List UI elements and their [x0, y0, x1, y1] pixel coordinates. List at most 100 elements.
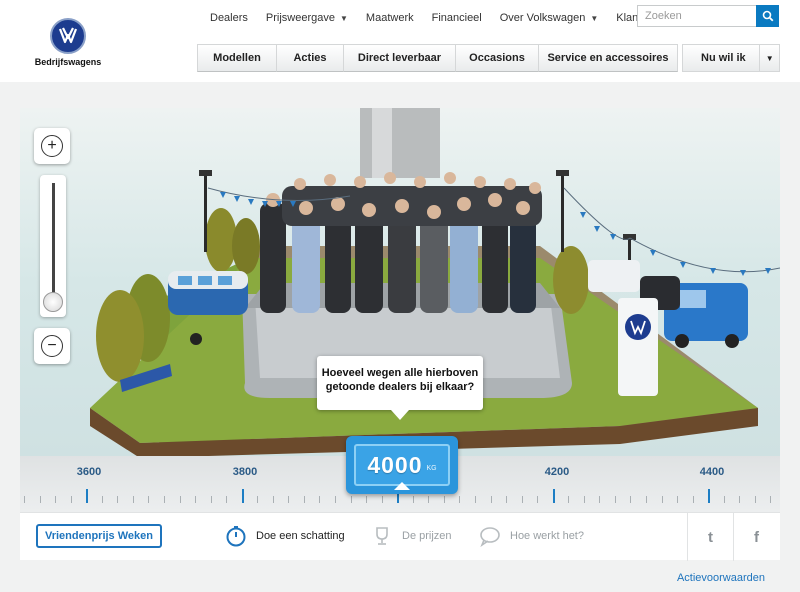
- scale-minor-tick: [630, 496, 632, 503]
- scale-minor-tick: [55, 496, 57, 503]
- caret-down-icon: ▼: [590, 13, 599, 23]
- tab-hoe-werkt-het[interactable]: Hoe werkt het?: [478, 523, 584, 549]
- caret-down-icon: ▼: [759, 45, 779, 71]
- scale-minor-tick: [303, 496, 305, 503]
- nav-occasions[interactable]: Occasions: [455, 44, 539, 72]
- vw-pillar: [618, 298, 658, 396]
- plus-icon: +: [41, 135, 63, 157]
- topnav-label: Prijsweergave: [265, 12, 335, 24]
- topnav-maatwerk[interactable]: Maatwerk: [366, 12, 414, 24]
- topnav-label: Over Volkswagen: [499, 12, 586, 24]
- vriendenprijs-logo[interactable]: Vriendenprijs Weken: [36, 524, 162, 548]
- site-header: Bedrijfswagens Dealers Prijsweergave ▼ Ma…: [0, 0, 800, 82]
- search-box: [637, 5, 779, 27]
- facebook-button[interactable]: f: [733, 513, 779, 561]
- dealer-scene[interactable]: + − Hoeveel wegen alle hierboven getoond…: [20, 108, 780, 456]
- scale-minor-tick: [226, 496, 228, 503]
- caret-down-icon: ▼: [340, 13, 348, 23]
- dealer-group: [260, 172, 542, 313]
- zoom-slider-handle[interactable]: [43, 292, 63, 312]
- nav-modellen[interactable]: Modellen: [197, 44, 277, 72]
- zoom-in-button[interactable]: +: [34, 128, 70, 164]
- bottom-tabs: Vriendenprijs Weken Doe een schatting De…: [20, 512, 780, 561]
- scale-minor-tick: [583, 496, 585, 503]
- twitter-button[interactable]: t: [687, 513, 733, 561]
- scale-minor-tick: [770, 496, 772, 503]
- zoom-out-button[interactable]: −: [34, 328, 70, 364]
- topnav-label: Financieel: [431, 12, 482, 24]
- top-navigation: Dealers Prijsweergave ▼ Maatwerk Financie…: [210, 10, 706, 26]
- scale-minor-tick: [350, 496, 352, 503]
- scale-minor-tick: [179, 496, 181, 503]
- scale-minor-tick: [117, 496, 119, 503]
- tab-de-prijzen[interactable]: De prijzen: [370, 523, 452, 549]
- scale-minor-tick: [723, 496, 725, 503]
- scale-minor-tick: [39, 496, 41, 503]
- scale-minor-tick: [70, 496, 72, 503]
- scale-minor-tick: [490, 496, 492, 503]
- scale-minor-tick: [195, 496, 197, 503]
- topnav-dealers[interactable]: Dealers: [210, 12, 248, 24]
- speech-bubble-icon: [478, 524, 502, 548]
- pointer-arrow-icon: [394, 482, 410, 490]
- scale-minor-tick: [521, 496, 523, 503]
- weight-display: 4000 KG: [354, 444, 450, 486]
- search-icon: [762, 10, 773, 22]
- scale-minor-tick: [537, 496, 539, 503]
- scale-minor-tick: [101, 496, 103, 503]
- minus-icon: −: [41, 335, 63, 357]
- zoom-slider-line: [52, 183, 55, 307]
- scale-minor-tick: [163, 496, 165, 503]
- actievoorwaarden-link[interactable]: Actievoorwaarden: [677, 572, 765, 584]
- tab-doe-een-schatting[interactable]: Doe een schatting: [224, 523, 345, 549]
- scale-minor-tick: [272, 496, 274, 503]
- zoom-slider[interactable]: [40, 175, 66, 317]
- tab-label: Doe een schatting: [256, 530, 345, 542]
- scale-label-3800: 3800: [232, 466, 258, 478]
- nu-wil-ik-menu[interactable]: Nu wil ik ▼: [682, 44, 780, 72]
- scale-major-tick: [86, 489, 89, 503]
- scale-major-tick: [708, 489, 711, 503]
- scale-minor-tick: [646, 496, 647, 503]
- scale-minor-tick: [443, 496, 445, 503]
- scale-minor-tick: [428, 496, 430, 503]
- brand-name: Bedrijfswagens: [34, 57, 102, 67]
- topnav-financieel[interactable]: Financieel: [432, 12, 482, 24]
- scale-minor-tick: [335, 496, 336, 503]
- nu-wil-ik-label: Nu wil ik: [701, 52, 746, 64]
- topnav-label: Maatwerk: [365, 12, 414, 24]
- trophy-icon: [370, 524, 394, 548]
- vw-emblem-icon: [50, 18, 86, 54]
- scale-minor-tick: [381, 496, 383, 503]
- scale-minor-tick: [132, 496, 134, 503]
- scale-minor-tick: [661, 496, 663, 503]
- scale-label-4200: 4200: [544, 466, 570, 478]
- scale-minor-tick: [614, 496, 616, 503]
- search-input[interactable]: [637, 5, 756, 27]
- weight-value: 4000: [367, 451, 423, 478]
- scale-minor-tick: [288, 496, 290, 503]
- scale-minor-tick: [459, 496, 461, 503]
- facebook-icon: f: [754, 528, 759, 546]
- topnav-over-volkswagen[interactable]: Over Volkswagen ▼: [500, 12, 599, 24]
- scale-minor-tick: [210, 496, 212, 503]
- scale-minor-tick: [148, 496, 150, 503]
- tab-label: De prijzen: [402, 530, 452, 542]
- vw-logo[interactable]: Bedrijfswagens: [30, 18, 106, 67]
- scale-minor-tick: [739, 496, 741, 503]
- weight-selector[interactable]: 4000 KG: [346, 436, 458, 494]
- stopwatch-icon: [224, 524, 248, 548]
- scale-minor-tick: [568, 496, 570, 503]
- question-bubble: Hoeveel wegen alle hierboven getoonde de…: [317, 356, 483, 420]
- topnav-label: Dealers: [210, 12, 248, 24]
- nav-acties[interactable]: Acties: [276, 44, 344, 72]
- nav-service-accessoires[interactable]: Service en accessoires: [538, 44, 678, 72]
- main-navigation: Modellen Acties Direct leverbaar Occasio…: [197, 44, 678, 72]
- topnav-prijsweergave[interactable]: Prijsweergave ▼: [266, 12, 348, 24]
- twitter-icon: t: [708, 528, 713, 546]
- search-button[interactable]: [756, 5, 779, 27]
- nav-direct-leverbaar[interactable]: Direct leverbaar: [343, 44, 456, 72]
- scale-minor-tick: [692, 496, 694, 503]
- white-van: [588, 260, 640, 292]
- tab-label: Hoe werkt het?: [510, 530, 584, 542]
